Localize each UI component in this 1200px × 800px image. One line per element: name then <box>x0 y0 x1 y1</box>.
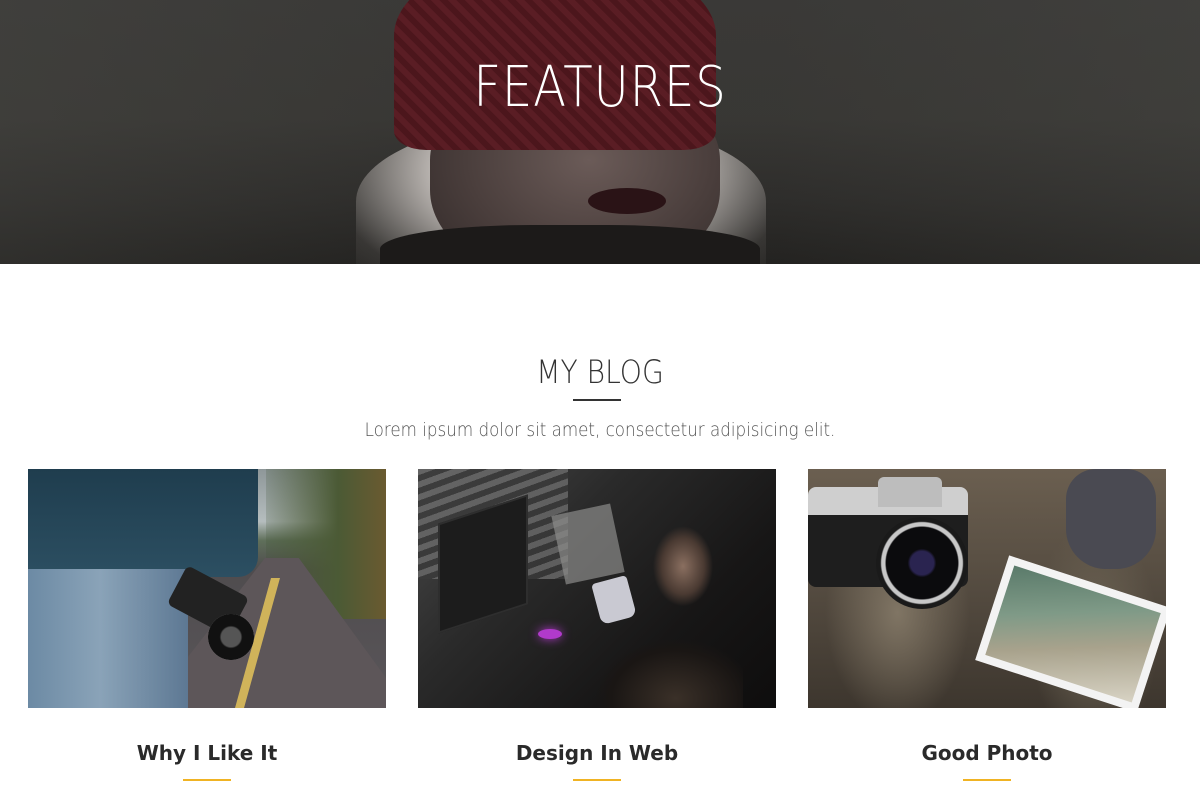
blog-card-accent <box>183 779 231 781</box>
hero-photo-coat <box>380 225 760 264</box>
section-divider <box>573 399 621 401</box>
blog-card[interactable]: Design In Web <box>418 469 776 781</box>
hero-title: FEATURES <box>473 55 727 120</box>
blog-card[interactable]: Why I Like It <box>28 469 386 781</box>
blog-card-accent <box>963 779 1011 781</box>
blog-card-title[interactable]: Why I Like It <box>28 741 386 765</box>
blog-card-image[interactable] <box>28 469 386 708</box>
hero-photo-lips <box>588 188 666 214</box>
hero-banner: FEATURES <box>0 0 1200 264</box>
blog-card-title[interactable]: Good Photo <box>808 741 1166 765</box>
blog-card-image[interactable] <box>808 469 1166 708</box>
section-subtitle: Lorem ipsum dolor sit amet, consectetur … <box>364 419 836 441</box>
blog-card[interactable]: Good Photo <box>808 469 1166 781</box>
blog-card-image[interactable] <box>418 469 776 708</box>
section-title: MY BLOG <box>536 353 664 391</box>
blog-card-accent <box>573 779 621 781</box>
blog-card-title[interactable]: Design In Web <box>418 741 776 765</box>
